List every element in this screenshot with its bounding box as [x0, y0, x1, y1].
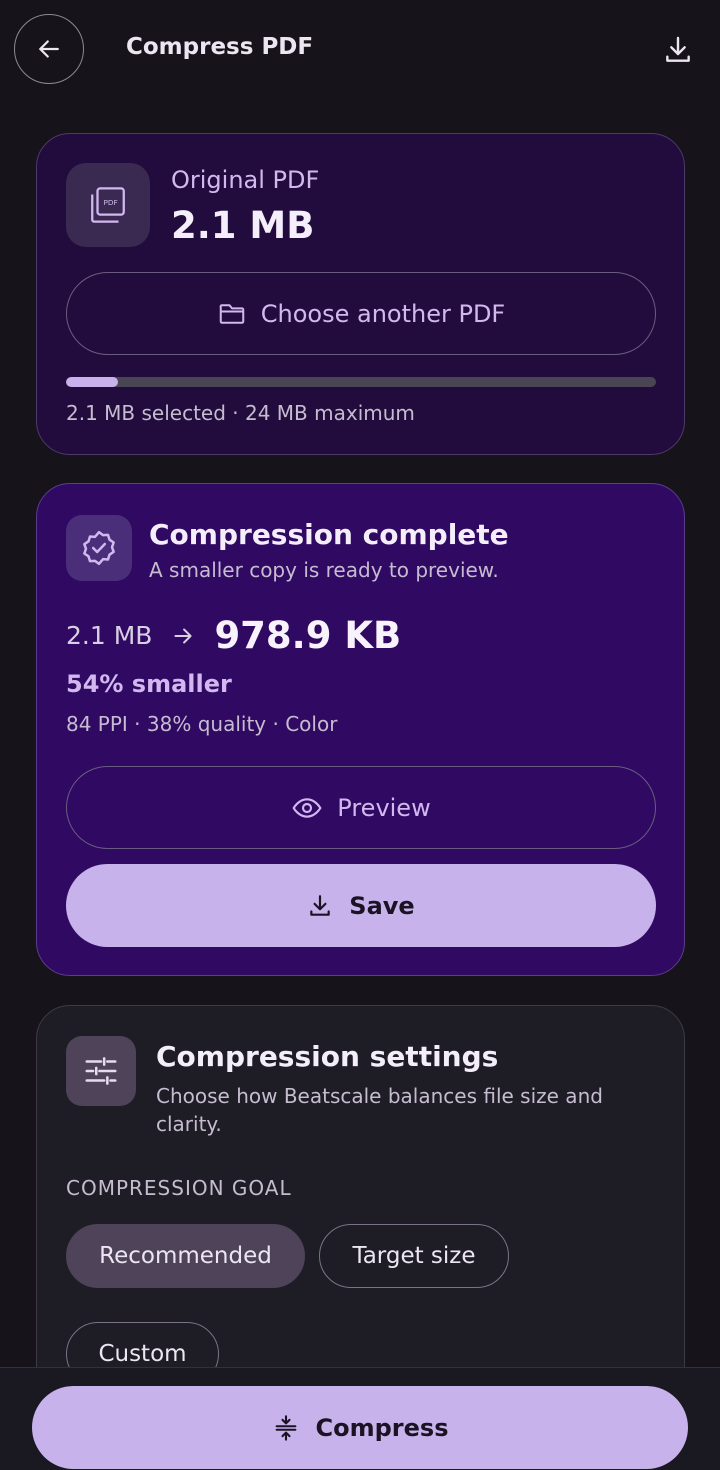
arrow-left-icon: [39, 40, 59, 58]
compression-goal-label: COMPRESSION GOAL: [66, 1176, 292, 1200]
original-pdf-size: 2.1 MB: [171, 204, 315, 247]
goal-chip-target-size[interactable]: Target size: [319, 1224, 509, 1288]
size-reduction-percent: 54% smaller: [66, 670, 232, 698]
size-comparison: 2.1 MB 978.9 KB: [66, 614, 401, 657]
original-pdf-label: Original PDF: [171, 166, 320, 194]
pdf-file-icon: PDF: [66, 163, 150, 247]
download-button[interactable]: [656, 28, 700, 72]
compress-icon: [275, 1414, 296, 1441]
file-size-usage-bar: [66, 377, 656, 387]
choose-another-pdf-label: Choose another PDF: [260, 299, 506, 328]
settings-subtitle: Choose how Beatscale balances file size …: [156, 1084, 603, 1136]
sliders-icon: [66, 1036, 136, 1106]
goal-chip-label: Custom: [98, 1341, 187, 1367]
compress-pdf-screen: Compress PDF PDF Original PDF 2.1 MB Cho…: [0, 0, 720, 1470]
download-icon: [666, 36, 690, 62]
compression-details: 84 PPI · 38% quality · Color: [66, 712, 338, 736]
original-pdf-card: PDF Original PDF 2.1 MB Choose another P…: [36, 133, 685, 455]
compression-result-card: Compression complete A smaller copy is r…: [36, 483, 685, 976]
goal-chip-label: Recommended: [99, 1243, 272, 1269]
save-label: Save: [349, 891, 415, 920]
goal-chip-recommended[interactable]: Recommended: [66, 1224, 305, 1288]
bottom-action-bar: Compress: [0, 1367, 720, 1470]
settings-title: Compression settings: [156, 1040, 499, 1073]
file-size-usage-fill: [66, 377, 118, 387]
size-before: 2.1 MB: [66, 621, 153, 650]
page-title: Compress PDF: [126, 34, 314, 60]
preview-button[interactable]: Preview: [66, 766, 656, 849]
size-after: 978.9 KB: [214, 614, 402, 657]
eye-icon: [292, 797, 322, 818]
folder-icon: [219, 303, 244, 324]
file-size-usage-text: 2.1 MB selected · 24 MB maximum: [66, 401, 415, 425]
compress-label: Compress: [315, 1413, 449, 1442]
result-subtitle: A smaller copy is ready to preview.: [149, 558, 499, 582]
result-title: Compression complete: [149, 518, 509, 551]
choose-another-pdf-button[interactable]: Choose another PDF: [66, 272, 656, 355]
preview-label: Preview: [337, 793, 431, 822]
goal-chip-label: Target size: [352, 1243, 476, 1269]
arrow-right-icon: [174, 628, 192, 643]
save-button[interactable]: Save: [66, 864, 656, 947]
compress-button[interactable]: Compress: [32, 1386, 688, 1469]
save-download-icon: [310, 894, 331, 916]
compression-settings-card: Compression settings Choose how Beatscal…: [36, 1005, 685, 1425]
svg-text:PDF: PDF: [103, 198, 117, 207]
verified-badge-icon: [66, 515, 132, 581]
back-button[interactable]: [14, 14, 84, 84]
